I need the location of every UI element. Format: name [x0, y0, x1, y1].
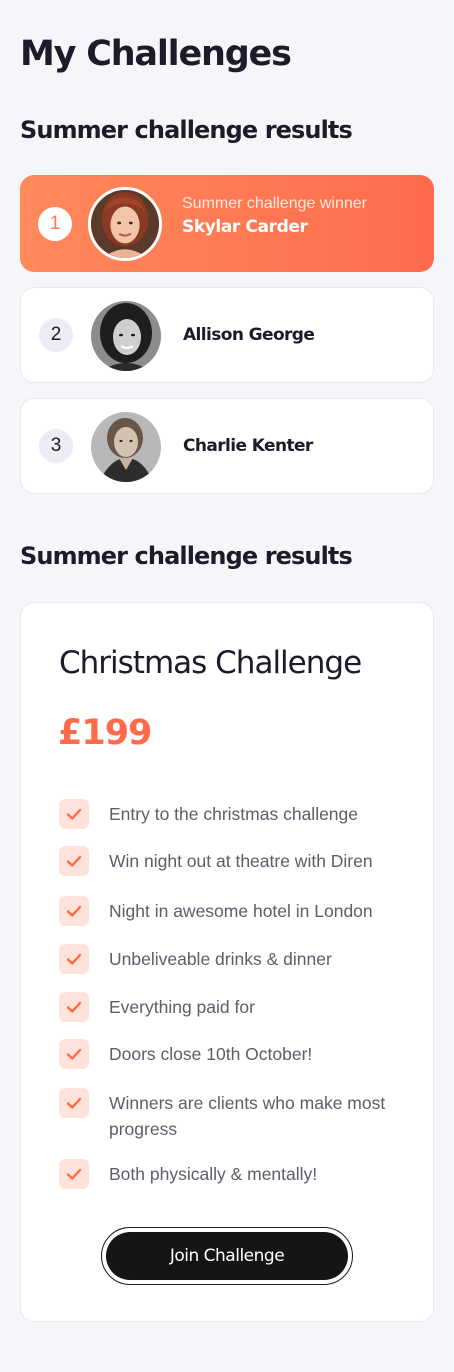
feature-text: Doors close 10th October!: [109, 1044, 313, 1064]
avatar: [88, 186, 162, 261]
avatar-image: [91, 189, 159, 258]
feature-item: Win night out at theatre with Diren: [59, 846, 399, 876]
winner-subtitle: Summer challenge winner: [182, 195, 367, 212]
feature-text: Unbeliveable drinks & dinner: [109, 949, 332, 969]
feature-item: Winners are clients who make most progre…: [59, 1088, 399, 1142]
check-icon: [59, 799, 89, 829]
rank-badge: 1: [38, 206, 72, 241]
person-name: Charlie Kenter: [183, 436, 313, 456]
winner-name: Skylar Carder: [182, 217, 308, 237]
list-item[interactable]: 2 Allison George: [20, 287, 434, 383]
check-icon: [59, 896, 89, 926]
plan-title: Christmas Challenge: [59, 645, 362, 681]
check-icon: [59, 846, 89, 876]
pricing-card: Christmas Challenge £199 Entry to the ch…: [20, 602, 434, 1322]
person-name: Allison George: [183, 325, 315, 345]
join-button-outline: Join Challenge: [101, 1227, 353, 1285]
feature-item: Doors close 10th October!: [59, 1039, 399, 1069]
check-icon: [59, 1088, 89, 1118]
feature-item: Night in awesome hotel in London: [59, 896, 399, 926]
feature-text: Win night out at theatre with Diren: [109, 851, 373, 871]
join-challenge-button[interactable]: Join Challenge: [106, 1232, 348, 1280]
avatar-image: [91, 301, 161, 371]
avatar: [91, 301, 161, 371]
feature-item: Unbeliveable drinks & dinner: [59, 944, 399, 974]
check-icon: [59, 1039, 89, 1069]
page-title: My Challenges: [20, 34, 292, 74]
feature-item: Both physically & mentally!: [59, 1159, 399, 1189]
check-icon: [59, 992, 89, 1022]
check-icon: [59, 1159, 89, 1189]
results-section-title: Summer challenge results: [20, 116, 353, 144]
check-icon: [59, 944, 89, 974]
pricing-section-title: Summer challenge results: [20, 542, 353, 570]
avatar: [91, 412, 161, 482]
feature-text: Winners are clients who make most progre…: [109, 1093, 386, 1139]
feature-text: Everything paid for: [109, 997, 255, 1017]
feature-item: Entry to the christmas challenge: [59, 799, 399, 829]
feature-item: Everything paid for: [59, 992, 399, 1022]
rank-badge: 3: [39, 429, 73, 463]
list-item[interactable]: 3 Charlie Kenter: [20, 398, 434, 494]
avatar-image: [91, 412, 161, 482]
feature-text: Night in awesome hotel in London: [109, 901, 373, 921]
rank-badge: 2: [39, 318, 73, 352]
winner-card[interactable]: 1 Summer challenge winner Skylar Carder: [20, 175, 434, 272]
feature-text: Entry to the christmas challenge: [109, 804, 359, 824]
plan-price: £199: [58, 713, 152, 753]
feature-text: Both physically & mentally!: [109, 1164, 318, 1184]
